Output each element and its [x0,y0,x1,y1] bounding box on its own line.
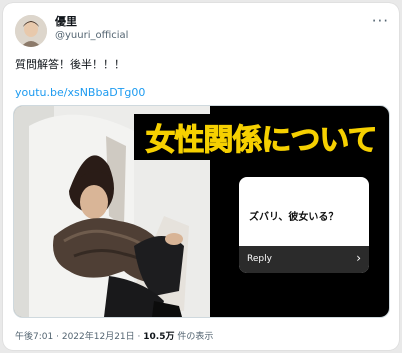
chevron-right-icon: › [356,251,361,265]
views-label: 件の表示 [177,332,214,342]
tweet-media[interactable]: 女性関係について ズバリ、彼女いる？ Reply › [13,105,390,318]
tweet-time[interactable]: 午後7:01 [15,332,53,342]
meta-separator-2: · [137,332,141,342]
views-count: 10.5万 [143,332,175,342]
banner-text: 女性関係について [145,123,378,159]
tweet-date[interactable]: 2022年12月21日 [62,332,135,342]
avatar-image [15,15,47,47]
tweet-link[interactable]: youtu.be/xsNBbaDTg00 [15,86,145,99]
question-box: ズバリ、彼女いる？ Reply › [239,177,369,273]
more-options-icon[interactable]: ··· [372,12,389,30]
tweet-text: 質問解答！後半！！！ [15,58,125,71]
video-title-banner: 女性関係について [134,114,388,160]
reply-bar: Reply › [239,246,369,273]
tweet-card: 優里 @yuuri_official ··· 質問解答！後半！！！ youtu.… [3,3,399,350]
avatar[interactable] [15,15,47,47]
user-handle[interactable]: @yuuri_official [55,30,128,41]
tweet-meta: 午後7:01 · 2022年12月21日 · 10.5万 件の表示 [15,329,213,342]
meta-separator: · [56,332,59,342]
reply-label: Reply [247,254,272,264]
display-name[interactable]: 優里 [55,13,77,29]
question-text: ズバリ、彼女いる？ [249,212,339,223]
